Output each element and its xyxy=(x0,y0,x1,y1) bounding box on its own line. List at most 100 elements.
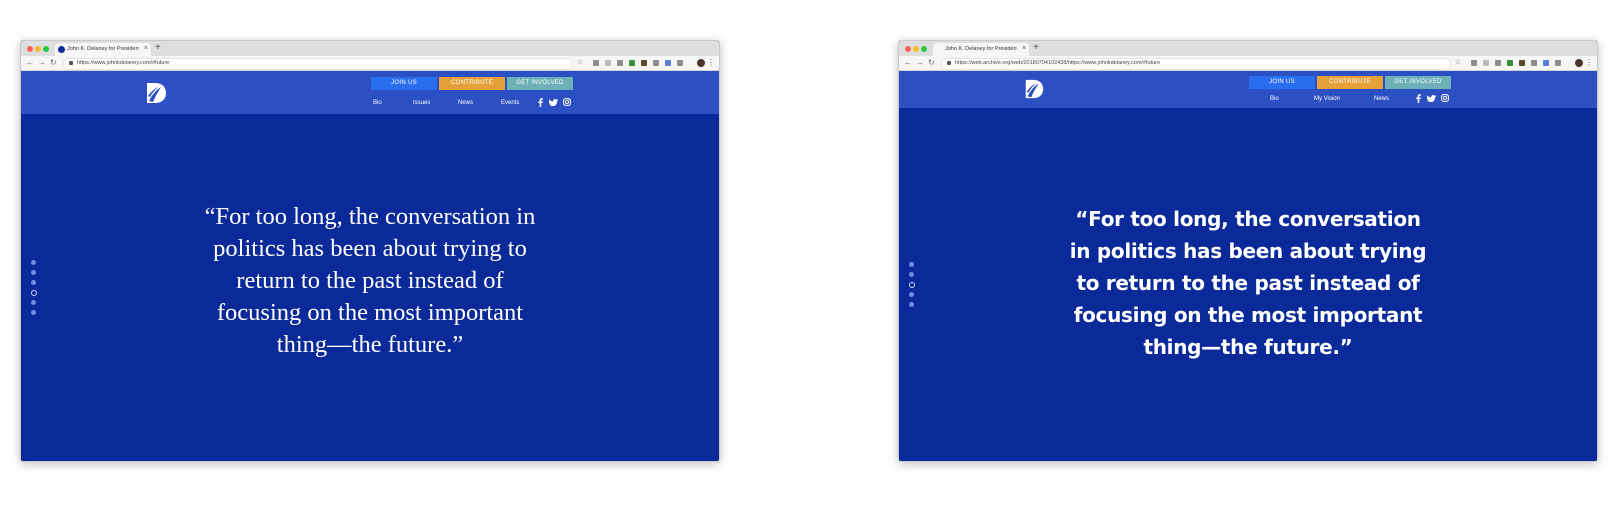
contribute-button[interactable]: CONTRIBUTE xyxy=(1317,76,1383,89)
lock-icon xyxy=(69,61,73,65)
facebook-icon[interactable] xyxy=(1415,94,1422,103)
section-dot[interactable] xyxy=(909,292,914,297)
tab-title: John K. Delaney for President xyxy=(67,46,139,52)
close-window-button[interactable] xyxy=(905,46,911,52)
site-header: JOIN US CONTRIBUTE GET INVOLVED Bio Issu… xyxy=(21,71,719,114)
reload-icon[interactable]: ↻ xyxy=(50,58,57,68)
section-dot[interactable] xyxy=(909,302,914,307)
section-dot[interactable] xyxy=(909,262,914,267)
tab-title: John K. Delaney for President xyxy=(945,46,1017,52)
section-dot-active[interactable] xyxy=(31,290,37,296)
maximize-window-button[interactable] xyxy=(43,46,49,52)
tab-close-icon[interactable]: × xyxy=(144,45,148,52)
minimize-window-button[interactable] xyxy=(35,46,41,52)
nav-bio[interactable]: Bio xyxy=(373,100,382,106)
bookmark-star-icon[interactable]: ☆ xyxy=(1455,58,1461,68)
url-text: https://www.johnkdelaney.com/#future xyxy=(77,60,170,66)
tab-close-icon[interactable]: × xyxy=(1022,45,1026,52)
extension-icon[interactable] xyxy=(1495,60,1501,66)
extension-icon[interactable] xyxy=(1531,60,1537,66)
extension-icon[interactable] xyxy=(593,60,599,66)
extension-icon[interactable] xyxy=(1483,60,1489,66)
browser-toolbar: ← → ↻ https://web.archive.org/web/201807… xyxy=(899,56,1597,71)
join-us-button[interactable]: JOIN US xyxy=(1249,76,1315,89)
title-bar: John K. Delaney for President × + xyxy=(899,41,1597,56)
forward-icon[interactable]: → xyxy=(38,58,46,68)
instagram-icon[interactable] xyxy=(1441,94,1449,102)
nav-events[interactable]: Events xyxy=(501,100,519,106)
favicon-icon xyxy=(58,46,65,53)
address-bar[interactable]: https://web.archive.org/web/201807041024… xyxy=(941,58,1451,70)
quote-line: thing—the future.” xyxy=(1143,335,1353,359)
quote-line: focusing on the most important xyxy=(216,299,524,326)
nav-bio[interactable]: Bio xyxy=(1270,96,1279,102)
extension-icon[interactable] xyxy=(1507,60,1513,66)
quote-line: focusing on the most important xyxy=(1073,303,1423,327)
minimize-window-button[interactable] xyxy=(913,46,919,52)
section-dot-active[interactable] xyxy=(909,282,915,288)
get-involved-button[interactable]: GET INVOLVED xyxy=(1385,76,1451,89)
site-header: JOIN US CONTRIBUTE GET INVOLVED Bio My V… xyxy=(899,71,1597,108)
quote-line: to return to the past instead of xyxy=(1076,271,1420,295)
contribute-button[interactable]: CONTRIBUTE xyxy=(439,77,505,90)
profile-avatar[interactable] xyxy=(1575,59,1583,67)
facebook-icon[interactable] xyxy=(537,98,544,107)
url-text: https://web.archive.org/web/201807041024… xyxy=(955,60,1161,66)
delaney-d-logo[interactable] xyxy=(144,81,168,105)
extension-icon[interactable] xyxy=(665,60,671,66)
section-dot[interactable] xyxy=(31,260,36,265)
nav-my-vision[interactable]: My Vision xyxy=(1314,96,1340,102)
new-tab-icon[interactable]: + xyxy=(1033,43,1039,53)
browser-toolbar: ← → ↻ https://www.johnkdelaney.com/#futu… xyxy=(21,56,719,71)
extension-icon[interactable] xyxy=(605,60,611,66)
twitter-icon[interactable] xyxy=(1427,95,1436,102)
section-dot[interactable] xyxy=(31,280,36,285)
section-dot[interactable] xyxy=(909,272,914,277)
maximize-window-button[interactable] xyxy=(921,46,927,52)
get-involved-button[interactable]: GET INVOLVED xyxy=(507,77,573,90)
browser-window-right: John K. Delaney for President × + ← → ↻ … xyxy=(898,40,1598,462)
title-bar: John K. Delaney for President × + xyxy=(21,41,719,56)
twitter-icon[interactable] xyxy=(549,99,558,106)
quote-line: “For too long, the conversation xyxy=(1075,207,1421,231)
nav-news[interactable]: News xyxy=(458,100,473,106)
join-us-button[interactable]: JOIN US xyxy=(371,77,437,90)
extension-icon[interactable] xyxy=(629,60,635,66)
extension-icon[interactable] xyxy=(1519,60,1525,66)
extension-icon[interactable] xyxy=(677,60,683,66)
section-dot[interactable] xyxy=(31,300,36,305)
lock-icon xyxy=(947,61,951,65)
quote-line: “For too long, the conversation in xyxy=(204,203,536,230)
extension-icon[interactable] xyxy=(1543,60,1549,66)
nav-issues[interactable]: Issues xyxy=(413,100,430,106)
instagram-icon[interactable] xyxy=(563,98,571,106)
extension-icon[interactable] xyxy=(641,60,647,66)
address-bar[interactable]: https://www.johnkdelaney.com/#future xyxy=(63,58,573,70)
quote-line: return to the past instead of xyxy=(236,267,504,294)
back-icon[interactable]: ← xyxy=(904,58,912,68)
bookmark-star-icon[interactable]: ☆ xyxy=(577,58,583,68)
profile-avatar[interactable] xyxy=(697,59,705,67)
new-tab-icon[interactable]: + xyxy=(155,43,161,53)
forward-icon[interactable]: → xyxy=(916,58,924,68)
menu-icon[interactable]: ⋮ xyxy=(1585,58,1593,68)
back-icon[interactable]: ← xyxy=(26,58,34,68)
menu-icon[interactable]: ⋮ xyxy=(707,58,715,68)
nav-news[interactable]: News xyxy=(1374,96,1389,102)
quote-line: in politics has been about trying xyxy=(1069,239,1427,263)
browser-tab[interactable]: John K. Delaney for President × xyxy=(933,43,1029,56)
extension-icon[interactable] xyxy=(1555,60,1561,66)
section-dot[interactable] xyxy=(31,270,36,275)
extension-icon[interactable] xyxy=(617,60,623,66)
section-dot[interactable] xyxy=(31,310,36,315)
extension-icon[interactable] xyxy=(653,60,659,66)
reload-icon[interactable]: ↻ xyxy=(928,58,935,68)
close-window-button[interactable] xyxy=(27,46,33,52)
browser-tab[interactable]: John K. Delaney for President × xyxy=(55,43,151,56)
browser-window-left: John K. Delaney for President × + ← → ↻ … xyxy=(20,40,720,462)
future-quote: “For too long, the conversation in polit… xyxy=(1058,203,1438,363)
future-quote: “For too long, the conversation in polit… xyxy=(180,201,560,361)
quote-line: politics has been about trying to xyxy=(213,235,527,262)
extension-icon[interactable] xyxy=(1471,60,1477,66)
delaney-d-logo[interactable] xyxy=(1023,78,1045,100)
